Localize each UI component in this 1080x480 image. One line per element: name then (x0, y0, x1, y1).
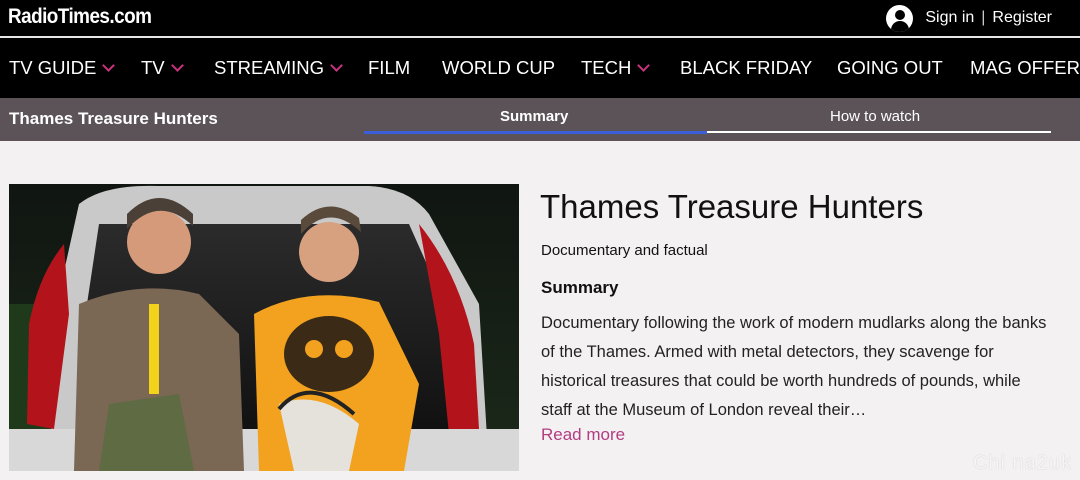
tab-underline (707, 131, 1051, 133)
nav-item-film[interactable]: FILM (368, 38, 410, 98)
site-logo[interactable]: RadioTimes.com (8, 5, 152, 29)
read-more-link[interactable]: Read more (541, 425, 625, 445)
programme-title: Thames Treasure Hunters (9, 109, 218, 128)
active-tab-indicator (364, 131, 707, 134)
nav-item-label: BLACK FRIDAY (680, 57, 813, 78)
hero-photo (9, 184, 519, 471)
nav-item-going-out[interactable]: GOING OUT (837, 38, 943, 98)
tab-summary[interactable]: Summary (500, 108, 568, 125)
register-link[interactable]: Register (992, 9, 1052, 27)
nav-item-label: STREAMING (214, 57, 324, 78)
nav-item-label: WORLD CUP (442, 57, 556, 78)
top-bar: RadioTimes.com Sign in | Register (0, 0, 1080, 36)
user-icon[interactable] (886, 4, 914, 32)
nav-item-streaming[interactable]: STREAMING (214, 38, 343, 98)
chevron-down-icon (637, 59, 651, 72)
hero-image (9, 184, 519, 471)
nav-item-label: TV GUIDE (9, 57, 97, 78)
page-title: Thames Treasure Hunters (540, 188, 924, 225)
auth-separator: | (981, 9, 986, 26)
watermark: Chi na2uk (972, 452, 1072, 474)
nav-item-label: FILM (368, 57, 411, 78)
nav-item-mag-offer[interactable]: MAG OFFER (970, 38, 1080, 98)
nav-item-black-friday[interactable]: BLACK FRIDAY (680, 38, 812, 98)
main-nav: TV GUIDE TV STREAMING FILM WORLD CUP TEC… (0, 38, 1080, 98)
nav-item-world-cup[interactable]: WORLD CUP (442, 38, 555, 98)
nav-item-tech[interactable]: TECH (581, 38, 651, 98)
tab-how-to-watch[interactable]: How to watch (830, 108, 920, 125)
nav-item-tv-guide[interactable]: TV GUIDE (9, 38, 116, 98)
nav-item-tv[interactable]: TV (141, 38, 184, 98)
account-area: Sign in | Register (886, 4, 1052, 32)
nav-item-label: GOING OUT (837, 57, 943, 78)
chevron-down-icon (330, 59, 343, 72)
chevron-down-icon (102, 59, 116, 72)
nav-item-label: MAG OFFER (970, 57, 1080, 78)
sign-in-link[interactable]: Sign in (925, 9, 974, 27)
nav-item-label: TV (141, 57, 165, 78)
programme-subnav: Thames Treasure Hunters Summary How to w… (0, 98, 1080, 141)
summary-heading: Summary (541, 278, 619, 297)
summary-text: Documentary following the work of modern… (541, 314, 1047, 419)
genre-label: Documentary and factual (541, 242, 708, 259)
nav-item-label: TECH (581, 57, 632, 78)
chevron-down-icon (170, 59, 184, 72)
